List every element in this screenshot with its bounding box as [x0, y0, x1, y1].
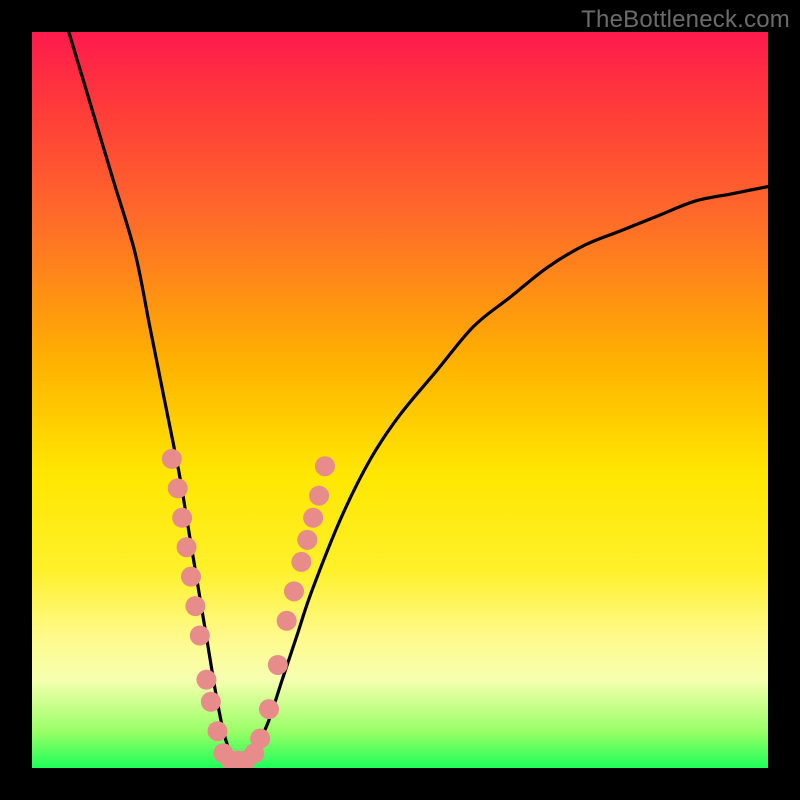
watermark-text: TheBottleneck.com: [581, 6, 790, 34]
data-marker: [277, 611, 297, 631]
data-marker: [190, 626, 210, 646]
chart-svg: [32, 32, 768, 768]
data-marker: [259, 699, 279, 719]
bottleneck-curve: [69, 32, 768, 762]
data-marker: [309, 486, 329, 506]
data-marker: [181, 567, 201, 587]
data-marker: [196, 670, 216, 690]
marker-group: [162, 449, 335, 768]
data-marker: [291, 552, 311, 572]
data-marker: [297, 530, 317, 550]
plot-area: [32, 32, 768, 768]
data-marker: [268, 655, 288, 675]
data-marker: [185, 596, 205, 616]
data-marker: [177, 537, 197, 557]
data-marker: [250, 729, 270, 749]
data-marker: [303, 508, 323, 528]
data-marker: [168, 478, 188, 498]
chart-frame: TheBottleneck.com: [0, 0, 800, 800]
data-marker: [284, 581, 304, 601]
data-marker: [162, 449, 182, 469]
data-marker: [172, 508, 192, 528]
data-marker: [201, 692, 221, 712]
data-marker: [207, 721, 227, 741]
data-marker: [315, 456, 335, 476]
